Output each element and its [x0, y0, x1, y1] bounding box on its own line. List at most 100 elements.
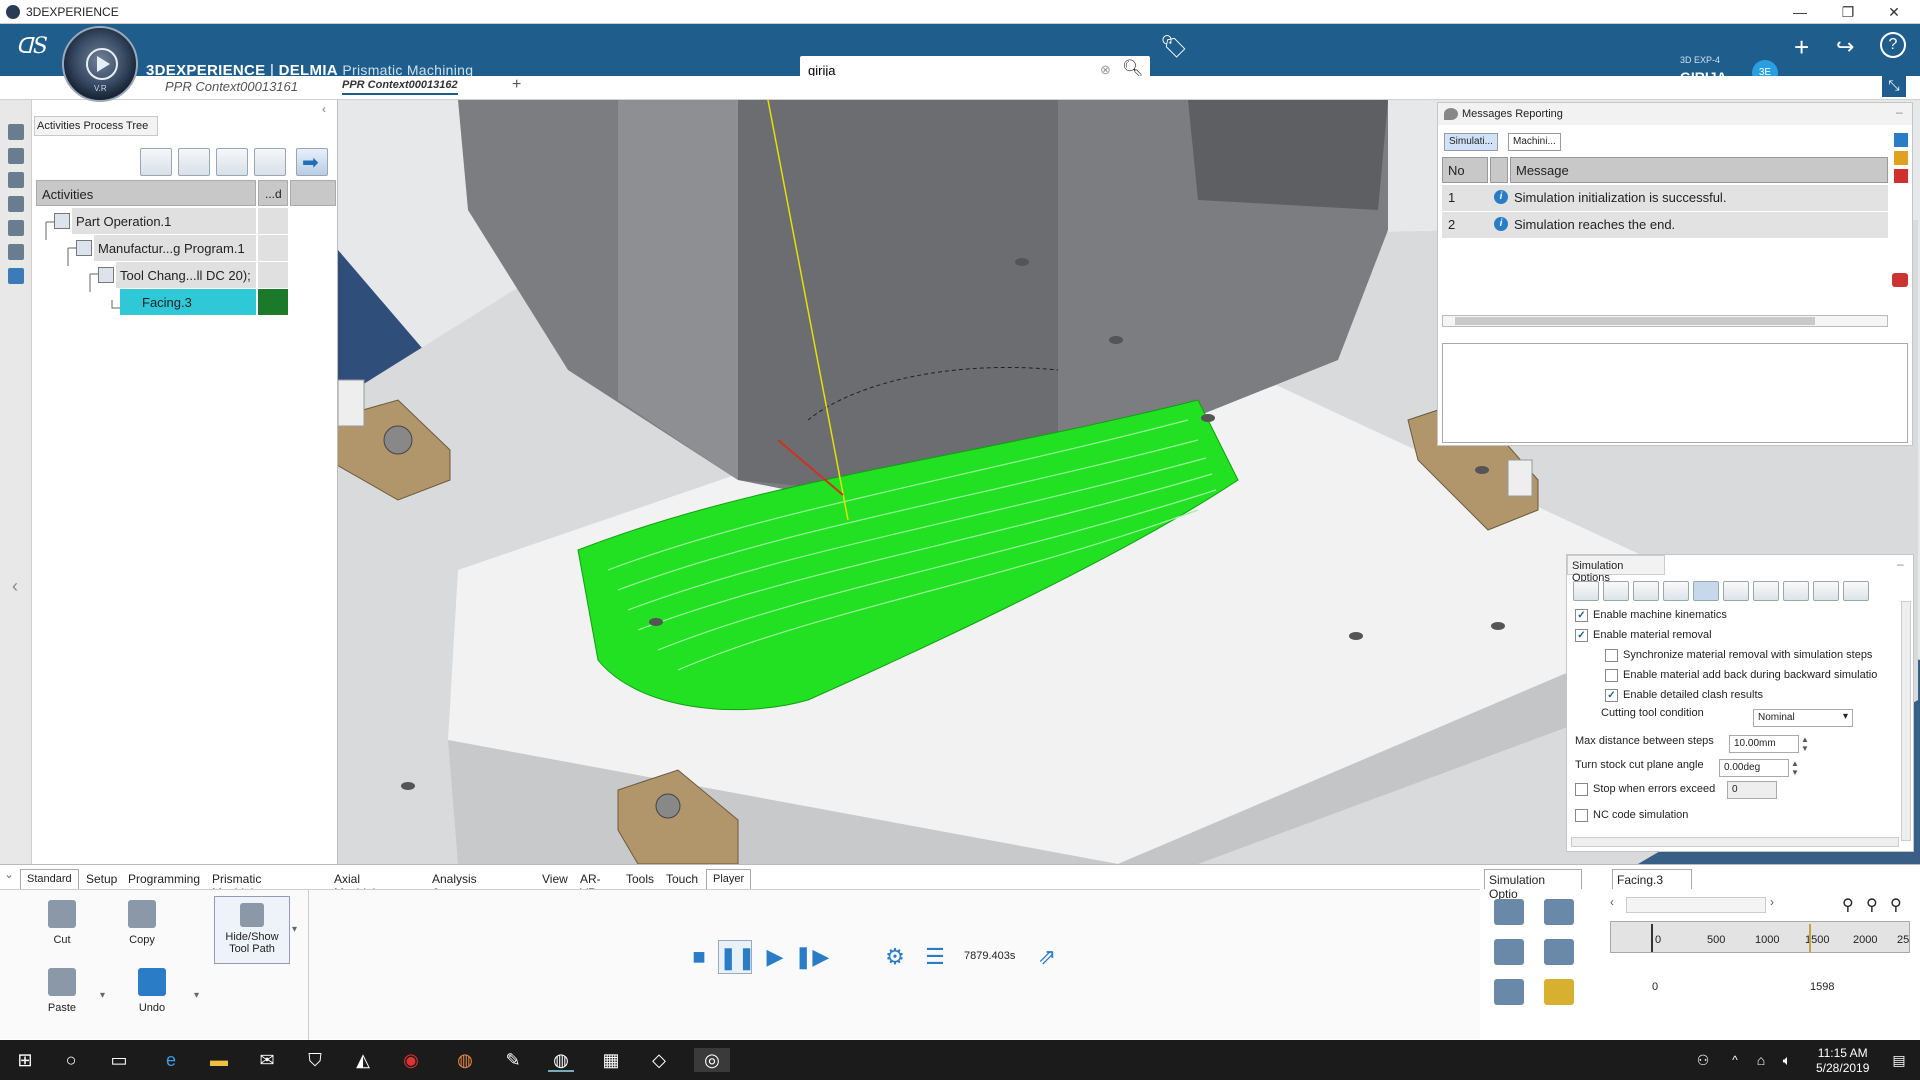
spreadsheet-icon[interactable]: ▦ [598, 1048, 624, 1072]
restore-button[interactable]: ❐ [1828, 2, 1868, 22]
sim-path-button[interactable] [1494, 899, 1524, 925]
zoom-in-icon[interactable]: ⚲ [1866, 895, 1878, 915]
table-row[interactable]: 1 i Simulation initialization is success… [1442, 185, 1888, 211]
sim-tool-icon[interactable] [1723, 581, 1749, 601]
tab-axial-machining[interactable]: Axial Machining [328, 869, 395, 900]
edge-icon[interactable]: e [158, 1048, 184, 1072]
file-explorer-icon[interactable]: ▬ [206, 1048, 232, 1072]
cortana-icon[interactable]: ○ [58, 1048, 84, 1072]
media-icon[interactable]: ◭ [350, 1048, 376, 1072]
sync-removal-checkbox[interactable] [1605, 649, 1618, 662]
sim-steps-icon[interactable] [1603, 581, 1629, 601]
store-icon[interactable]: ⛉ [302, 1048, 328, 1072]
timeline-ruler[interactable]: 0 500 1000 1500 2000 25 [1610, 921, 1910, 953]
tag-icon[interactable]: 🏷︎ [1160, 34, 1188, 60]
close-button[interactable]: ✕ [1874, 2, 1914, 22]
chrome-icon[interactable]: ◍ [452, 1048, 478, 1072]
help-icon[interactable]: ? [1880, 32, 1906, 58]
paint-icon[interactable]: ✎ [500, 1048, 526, 1072]
options-scrollbar[interactable] [1901, 601, 1911, 841]
panel-minimize-icon[interactable]: – [1896, 105, 1903, 119]
clash-results-checkbox[interactable]: ✓ [1605, 689, 1618, 702]
tab-ppr-context-1[interactable]: PPR Context00013161 [165, 79, 298, 94]
new-tab-button[interactable]: + [512, 76, 521, 94]
tool-change-button[interactable] [216, 148, 248, 176]
tree-toggle-icon[interactable] [8, 124, 24, 140]
list-icon[interactable]: ☰ [918, 940, 952, 974]
sim-machine-icon[interactable] [1843, 581, 1869, 601]
share-icon[interactable]: ↪ [1836, 34, 1854, 60]
zoom-out-icon[interactable]: ⚲ [1890, 895, 1902, 915]
ds-logo-icon[interactable]: ꓷS [16, 34, 50, 64]
people-icon[interactable]: ⚇ [1690, 1048, 1716, 1072]
step-forward-button[interactable]: ❚▶ [794, 940, 829, 974]
tab-ar-vr[interactable]: AR-VR [574, 869, 607, 900]
collapse-left-icon[interactable]: ‹ [12, 576, 18, 597]
add-back-checkbox[interactable] [1605, 669, 1618, 682]
messages-scrollbar[interactable] [1442, 315, 1888, 327]
paste-dropdown-icon[interactable]: ▾ [100, 990, 105, 1001]
table-row[interactable]: 2 i Simulation reaches the end. [1442, 212, 1888, 238]
play-button[interactable]: ▶ [758, 940, 792, 974]
volume-icon[interactable]: 🔈︎ [1774, 1048, 1800, 1072]
export-icon[interactable]: ⇗ [1030, 940, 1064, 974]
layers-icon[interactable] [8, 172, 24, 188]
action-bar-menu-icon[interactable]: ⌄ [4, 867, 14, 881]
material-removal-checkbox[interactable]: ✓ [1575, 629, 1588, 642]
turn-stock-stepper[interactable]: ▲ ▼ [1791, 759, 1799, 777]
zoom-fit-icon[interactable]: ⚲ [1842, 895, 1854, 915]
timeline-right-icon[interactable]: › [1770, 895, 1774, 909]
tab-machining-messages[interactable]: Machini... [1508, 133, 1561, 151]
list-icon[interactable] [8, 148, 24, 164]
tab-simulation-messages[interactable]: Simulati... [1444, 133, 1498, 151]
stop-button[interactable]: ■ [682, 940, 716, 974]
machine-icon[interactable] [8, 268, 24, 284]
minimize-button[interactable]: — [1780, 2, 1820, 22]
nc-code-checkbox[interactable] [1575, 809, 1588, 822]
tab-prismatic-machining[interactable]: Prismatic Machining [206, 869, 273, 900]
add-icon[interactable]: + [1794, 32, 1809, 63]
filter-error-icon[interactable] [1894, 169, 1908, 183]
fullscreen-icon[interactable]: ⤡ [1882, 73, 1906, 97]
sim-view-button[interactable] [1544, 899, 1574, 925]
tab-player[interactable]: Player [706, 869, 752, 889]
sim-eye-button[interactable] [1544, 939, 1574, 965]
paste-button[interactable]: Paste [40, 968, 84, 1014]
message-column-header[interactable]: Message [1510, 157, 1888, 183]
tab-touch[interactable]: Touch [660, 869, 704, 889]
new-activity-button[interactable] [140, 148, 172, 176]
tree-panel-title[interactable]: Activities Process Tree [34, 116, 158, 136]
tab-analysis-output[interactable]: Analysis & Output [426, 869, 483, 914]
toolpath-dropdown-icon[interactable]: ▾ [292, 924, 297, 935]
tab-programming[interactable]: Programming [122, 869, 206, 889]
sim-compare-icon[interactable] [1813, 581, 1839, 601]
undo-button[interactable]: Undo [130, 968, 174, 1014]
copy-button[interactable]: Copy [120, 900, 164, 946]
max-distance-stepper[interactable]: ▲ ▼ [1801, 735, 1809, 753]
camera-icon[interactable]: ◉ [398, 1048, 424, 1072]
sim-mode-icon[interactable] [1573, 581, 1599, 601]
sim-measure-button[interactable] [1494, 979, 1524, 1005]
toolpath-status-icon[interactable] [258, 289, 288, 315]
notifications-icon[interactable]: ▤ [1886, 1048, 1912, 1072]
filter-warning-icon[interactable] [1894, 151, 1908, 165]
part-icon[interactable] [8, 220, 24, 236]
sim-video-icon[interactable] [1633, 581, 1659, 601]
timeline-scroll[interactable] [1626, 897, 1766, 913]
filter-icon[interactable] [8, 196, 24, 212]
tab-facing[interactable]: Facing.3 [1612, 869, 1692, 889]
no-column-header[interactable]: No [1442, 157, 1488, 183]
tab-standard[interactable]: Standard [20, 869, 79, 889]
tab-simulation-options[interactable]: Simulation Optio [1484, 869, 1582, 901]
compass-widget[interactable]: V.R [62, 26, 138, 102]
sim-path-icon[interactable] [1753, 581, 1779, 601]
cut-button[interactable]: Cut [40, 900, 84, 946]
timeline-cursor[interactable] [1809, 924, 1811, 952]
stop-errors-input[interactable]: 0 [1727, 781, 1777, 799]
tray-chevron-icon[interactable]: ^ [1722, 1048, 1748, 1072]
eraser-icon[interactable] [1892, 273, 1908, 287]
timeline-start-marker[interactable] [1651, 924, 1653, 952]
filter-info-icon[interactable] [1894, 133, 1908, 147]
hide-show-toolpath-button[interactable]: Hide/Show Tool Path [214, 896, 290, 964]
scroll-thumb[interactable] [1455, 317, 1815, 325]
